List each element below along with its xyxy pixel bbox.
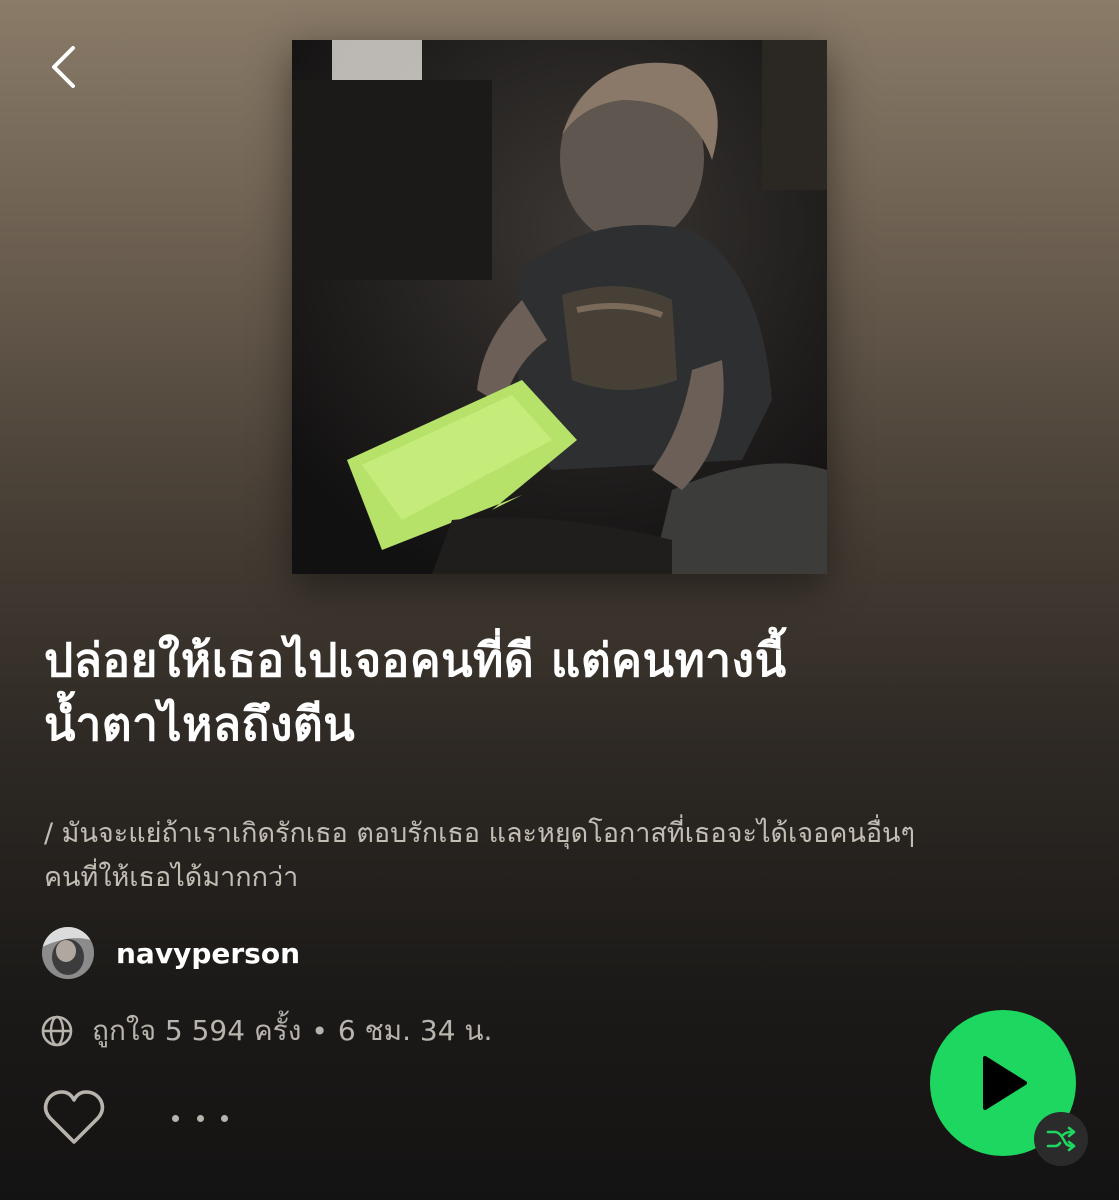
owner-name: navyperson: [116, 936, 301, 970]
playlist-title-line-1: ปล่อยให้เธอไปเจอคนที่ดี แต่คนทางนี้: [44, 633, 787, 687]
like-button[interactable]: [42, 1088, 106, 1148]
heart-outline-icon: [43, 1090, 105, 1144]
more-dot: [172, 1114, 179, 1122]
cover-image: [292, 40, 827, 574]
total-duration: 6 ชม. 34 น.: [337, 1014, 493, 1047]
playlist-meta: ถูกใจ 5 594 ครั้ง • 6 ชม. 34 น.: [40, 1008, 492, 1054]
meta-separator: •: [311, 1014, 328, 1048]
chevron-left-icon: [52, 46, 75, 88]
owner-link[interactable]: navyperson: [42, 927, 300, 979]
globe-icon: [40, 1013, 76, 1049]
more-dot: [196, 1114, 204, 1122]
more-dot: [221, 1114, 228, 1122]
playlist-title: ปล่อยให้เธอไปเจอคนที่ดี แต่คนทางนี้ น้ำต…: [44, 628, 1084, 756]
playlist-cover: [292, 40, 827, 574]
description-line-2: คนที่ให้เธอได้มากกว่า: [44, 862, 299, 893]
playlist-title-line-2: น้ำตาไหลถึงตีน: [44, 697, 356, 751]
play-icon: [983, 1056, 1027, 1110]
description-line-1: / มันจะแย่ถ้าเราเกิดรักเธอ ตอบรักเธอ และ…: [44, 818, 916, 849]
back-button[interactable]: [38, 40, 88, 94]
avatar: [42, 927, 94, 979]
likes-count: ถูกใจ 5 594 ครั้ง: [92, 1014, 302, 1047]
playlist-description: / มันจะแย่ถ้าเราเกิดรักเธอ ตอบรักเธอ และ…: [44, 812, 1084, 900]
more-options-button[interactable]: [172, 1098, 228, 1138]
shuffle-icon: [1046, 1126, 1076, 1152]
shuffle-button[interactable]: [1034, 1112, 1088, 1166]
